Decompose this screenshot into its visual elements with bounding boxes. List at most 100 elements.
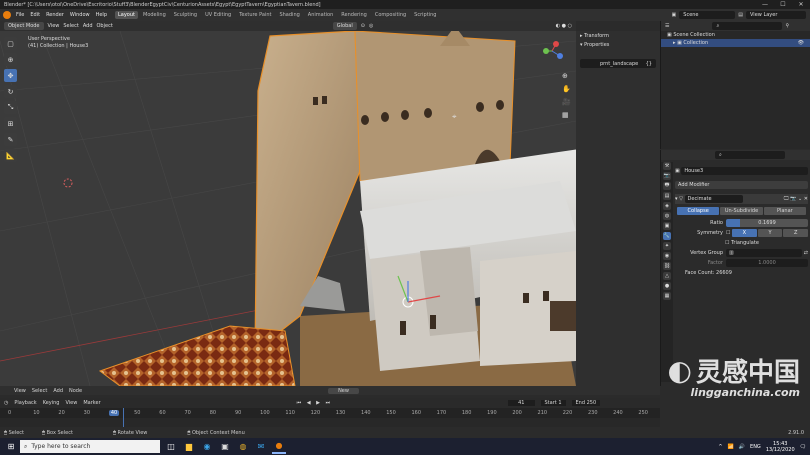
- playhead[interactable]: [123, 408, 124, 428]
- timeline-view-menu[interactable]: View: [65, 400, 77, 406]
- filter-icon[interactable]: ⚲: [785, 23, 789, 29]
- display-mode-icon[interactable]: ☰: [665, 23, 669, 29]
- viewport-menu-view[interactable]: View: [48, 23, 60, 29]
- rotate-tool-icon[interactable]: ↻: [4, 85, 17, 98]
- network-icon[interactable]: 📶: [728, 444, 734, 450]
- tab-texture-paint[interactable]: Texture Paint: [236, 11, 274, 19]
- outliner-item-scene-collection[interactable]: ▣ Scene Collection: [661, 31, 810, 39]
- move-tool-icon[interactable]: ✥: [4, 69, 17, 82]
- windows-start-icon[interactable]: ⊞: [4, 440, 18, 454]
- add-modifier-button[interactable]: Add Modifier: [675, 181, 808, 189]
- modifier-name-field[interactable]: Decimate: [684, 195, 743, 203]
- tool-tab-icon[interactable]: ⚒: [663, 162, 671, 170]
- view-layer-selector[interactable]: View Layer: [746, 11, 806, 19]
- mail-icon[interactable]: ✉: [254, 440, 268, 454]
- store-icon[interactable]: ▣: [218, 440, 232, 454]
- invert-icon[interactable]: ⇄: [802, 250, 808, 256]
- edge-icon[interactable]: ◉: [200, 440, 214, 454]
- tab-layout[interactable]: Layout: [115, 11, 138, 19]
- frame-ruler[interactable]: 0 10 20 30 40 50 60 70 80 90 100 110 120 130 140 150 160…: [0, 408, 660, 418]
- mode-planar[interactable]: Planar: [763, 207, 806, 215]
- tab-scripting[interactable]: Scripting: [411, 11, 439, 19]
- transform-tool-icon[interactable]: ⊞: [4, 117, 17, 130]
- menu-help[interactable]: Help: [96, 12, 107, 18]
- clock[interactable]: 15:43 13/12/2020: [766, 441, 795, 453]
- view-layer-tab-icon[interactable]: ▤: [663, 192, 671, 200]
- ratio-slider[interactable]: 0.1699: [726, 219, 808, 227]
- pan-hand-icon[interactable]: ✋: [562, 85, 571, 93]
- custom-property-field[interactable]: prnt_landscape {}: [580, 59, 656, 68]
- mode-un-subdivide[interactable]: Un-Subdivide: [720, 207, 763, 215]
- particles-tab-icon[interactable]: ✦: [663, 242, 671, 250]
- object-mode-dropdown[interactable]: Object Mode: [4, 22, 44, 30]
- render-tab-icon[interactable]: 📷: [663, 172, 671, 180]
- timeline-editor-icon[interactable]: ◷: [4, 400, 8, 406]
- viewport-menu-select[interactable]: Select: [63, 23, 78, 29]
- notifications-icon[interactable]: 🗨: [800, 444, 806, 450]
- menu-window[interactable]: Window: [70, 12, 90, 18]
- material-tab-icon[interactable]: ●: [663, 282, 671, 290]
- menu-edit[interactable]: Edit: [30, 12, 40, 18]
- shading-modes-icon[interactable]: ◐ ● ○: [556, 23, 572, 29]
- task-view-icon[interactable]: ◫: [164, 440, 178, 454]
- object-name-field[interactable]: House3: [681, 167, 808, 175]
- keying-menu[interactable]: Keying: [43, 400, 60, 406]
- camera-icon[interactable]: 🎥: [562, 98, 571, 106]
- outliner-search[interactable]: ⌕: [712, 22, 783, 30]
- start-frame-field[interactable]: Start 1: [540, 400, 566, 406]
- blender-taskbar-icon[interactable]: ●: [272, 440, 286, 454]
- tab-sculpting[interactable]: Sculpting: [171, 11, 200, 19]
- tab-uv-editing[interactable]: UV Editing: [202, 11, 234, 19]
- chrome-icon[interactable]: ◍: [236, 440, 250, 454]
- grid-view-icon[interactable]: ▦: [562, 111, 571, 119]
- viewport-menu-object[interactable]: Object: [97, 23, 113, 29]
- editor-menu-select[interactable]: Select: [32, 388, 47, 394]
- editor-menu-view[interactable]: View: [14, 388, 26, 394]
- annotate-tool-icon[interactable]: ✎: [4, 133, 17, 146]
- editor-menu-add[interactable]: Add: [53, 388, 63, 394]
- zoom-icon[interactable]: ⊕: [562, 72, 571, 80]
- editor-menu-node[interactable]: Node: [69, 388, 82, 394]
- modifier-tab-icon[interactable]: 🔧: [663, 232, 671, 240]
- menu-file[interactable]: File: [16, 12, 24, 18]
- tab-modeling[interactable]: Modeling: [140, 11, 169, 19]
- outliner-item-collection[interactable]: ▸ ▣ Collection 👁: [661, 39, 810, 47]
- viewport-menu-add[interactable]: Add: [83, 23, 93, 29]
- tab-shading[interactable]: Shading: [276, 11, 302, 19]
- new-button[interactable]: New: [328, 387, 359, 394]
- axis-x[interactable]: X: [732, 229, 757, 237]
- visibility-icon[interactable]: 👁: [798, 40, 804, 46]
- physics-tab-icon[interactable]: ◉: [663, 252, 671, 260]
- proportional-edit-icon[interactable]: ◎: [369, 23, 373, 29]
- volume-icon[interactable]: 🔊: [739, 444, 745, 450]
- select-box-tool-icon[interactable]: ▢: [4, 37, 17, 50]
- menu-render[interactable]: Render: [46, 12, 64, 18]
- taskbar-search[interactable]: ⌕ Type here to search: [20, 440, 160, 453]
- world-tab-icon[interactable]: ◍: [663, 212, 671, 220]
- texture-tab-icon[interactable]: ▦: [663, 292, 671, 300]
- marker-menu[interactable]: Marker: [83, 400, 100, 406]
- scale-tool-icon[interactable]: ⤡: [4, 101, 17, 114]
- mode-collapse[interactable]: Collapse: [677, 207, 720, 215]
- file-explorer-icon[interactable]: ▆: [182, 440, 196, 454]
- orientation-dropdown[interactable]: Global: [332, 22, 357, 30]
- maximize-button[interactable]: ☐: [774, 1, 792, 8]
- language-indicator[interactable]: ENG: [750, 444, 761, 450]
- tab-compositing[interactable]: Compositing: [372, 11, 409, 19]
- tray-arrow-icon[interactable]: ^: [718, 444, 722, 450]
- data-tab-icon[interactable]: △: [663, 272, 671, 280]
- close-button[interactable]: ✕: [792, 1, 810, 8]
- axis-y[interactable]: Y: [757, 229, 783, 237]
- minimize-button[interactable]: —: [756, 1, 774, 8]
- object-tab-icon[interactable]: ▣: [663, 222, 671, 230]
- scene-selector[interactable]: Scene: [679, 11, 736, 19]
- measure-tool-icon[interactable]: 📐: [4, 149, 17, 162]
- transform-section[interactable]: ▸ Transform: [580, 31, 660, 40]
- tab-rendering[interactable]: Rendering: [338, 11, 370, 19]
- vertex-group-field[interactable]: ▥: [726, 249, 803, 257]
- output-tab-icon[interactable]: 🖶: [663, 182, 671, 190]
- tab-animation[interactable]: Animation: [305, 11, 337, 19]
- end-frame-field[interactable]: End 250: [571, 400, 601, 406]
- playback-controls-icons[interactable]: ⏮ ◀ ▶ ⏭: [297, 400, 332, 406]
- 3d-viewport[interactable]: [0, 31, 576, 386]
